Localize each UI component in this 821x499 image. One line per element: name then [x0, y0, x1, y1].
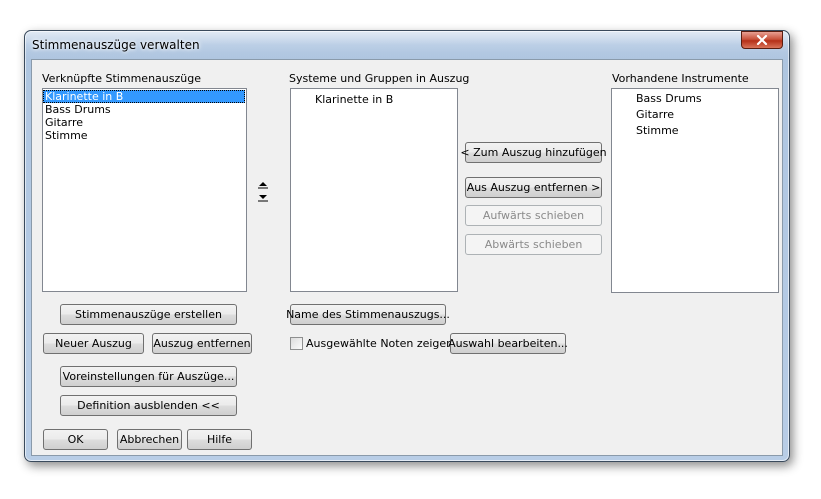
move-down-button[interactable] [257, 193, 269, 202]
available-instruments-list[interactable]: Bass Drums Gitarre Stimme [611, 88, 779, 293]
linked-parts-list[interactable]: Klarinette in B Bass Drums Gitarre Stimme [42, 88, 247, 292]
list-item[interactable]: Klarinette in B [43, 90, 245, 103]
window-title: Stimmenauszüge verwalten [32, 38, 200, 52]
list-item[interactable]: Stimme [612, 123, 778, 139]
create-parts-button[interactable]: Stimmenauszüge erstellen [60, 304, 237, 325]
arrow-down-icon [258, 195, 268, 202]
dialog-client-area: Verknüpfte Stimmenauszüge Klarinette in … [31, 59, 783, 456]
title-bar[interactable]: Stimmenauszüge verwalten [25, 31, 789, 59]
systems-groups-list[interactable]: Klarinette in B [290, 88, 458, 292]
show-selected-notes-checkbox[interactable] [290, 337, 303, 350]
show-selected-notes-label: Ausgewählte Noten zeigen [306, 337, 454, 350]
systems-groups-label: Systeme und Gruppen in Auszug [289, 72, 470, 85]
close-icon [756, 35, 768, 45]
move-down-system-button[interactable]: Abwärts schieben [465, 234, 602, 255]
available-instruments-label: Vorhandene Instrumente [612, 72, 749, 85]
new-part-button[interactable]: Neuer Auszug [43, 333, 144, 354]
list-item[interactable]: Stimme [43, 129, 246, 142]
move-up-button[interactable] [257, 180, 269, 189]
close-button[interactable] [741, 31, 783, 49]
list-item[interactable]: Gitarre [612, 107, 778, 123]
remove-part-button[interactable]: Auszug entfernen [152, 333, 252, 354]
remove-from-part-button[interactable]: Aus Auszug entfernen > [465, 177, 602, 198]
help-button[interactable]: Hilfe [187, 429, 252, 450]
hide-definition-button[interactable]: Definition ausblenden << [60, 395, 237, 416]
list-item[interactable]: Gitarre [43, 116, 246, 129]
list-item[interactable]: Klarinette in B [291, 92, 457, 108]
part-defaults-button[interactable]: Voreinstellungen für Auszüge... [60, 366, 237, 387]
linked-parts-label: Verknüpfte Stimmenauszüge [42, 72, 201, 85]
ok-button[interactable]: OK [43, 429, 108, 450]
edit-selection-button[interactable]: Auswahl bearbeiten... [448, 333, 568, 354]
add-to-part-button[interactable]: < Zum Auszug hinzufügen [460, 142, 607, 163]
dialog-window: Stimmenauszüge verwalten Verknüpfte Stim… [24, 30, 790, 462]
arrow-up-icon [258, 182, 268, 189]
cancel-button[interactable]: Abbrechen [117, 429, 182, 450]
part-name-button[interactable]: Name des Stimmenauszugs... [286, 304, 450, 325]
list-item[interactable]: Bass Drums [612, 91, 778, 107]
list-item[interactable]: Bass Drums [43, 103, 246, 116]
move-up-system-button[interactable]: Aufwärts schieben [465, 205, 602, 226]
